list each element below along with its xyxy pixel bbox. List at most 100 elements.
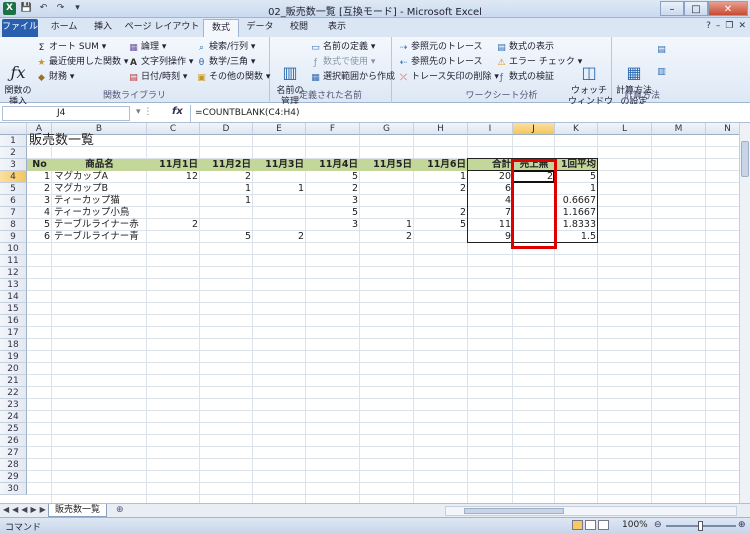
logical-button[interactable]: ▦ 論理 ▾ — [128, 41, 166, 54]
minimize-button[interactable]: – — [660, 1, 684, 16]
data-cell[interactable] — [360, 171, 414, 183]
data-cell[interactable]: 11 — [468, 219, 513, 231]
data-cell[interactable] — [147, 195, 200, 207]
data-cell[interactable]: 3 — [27, 195, 52, 207]
zoom-slider-knob[interactable] — [698, 521, 703, 531]
tab-view[interactable]: 表示 — [320, 19, 354, 37]
text-button[interactable]: A 文字列操作 ▾ — [128, 56, 193, 69]
data-cell[interactable]: 6 — [468, 183, 513, 195]
data-cell[interactable] — [360, 183, 414, 195]
create-from-selection-button[interactable]: ▦ 選択範囲から作成 — [310, 71, 395, 84]
data-cell[interactable]: 5 — [306, 207, 360, 219]
data-cell[interactable]: 2 — [414, 207, 468, 219]
row-header[interactable]: 10 — [0, 243, 27, 255]
close-workbook-icon[interactable]: ✕ — [738, 21, 746, 31]
data-cell[interactable] — [253, 171, 306, 183]
data-cell[interactable]: 1.1667 — [555, 207, 598, 219]
product-name-cell[interactable]: マグカップA — [52, 171, 147, 183]
data-cell[interactable] — [147, 231, 200, 243]
product-name-cell[interactable]: ティーカップ小鳥 — [52, 207, 147, 219]
tab-review[interactable]: 校閲 — [282, 19, 316, 37]
row-header[interactable]: 9 — [0, 231, 27, 243]
show-formulas-button[interactable]: ▤ 数式の表示 — [496, 41, 554, 54]
trace-dependents-button[interactable]: ⇠ 参照先のトレース — [398, 56, 483, 69]
data-cell[interactable]: 1.8333 — [555, 219, 598, 231]
product-name-cell[interactable]: テーブルライナー青 — [52, 231, 147, 243]
vertical-scrollbar[interactable] — [739, 123, 750, 503]
restore-icon[interactable]: ❐ — [725, 21, 733, 31]
column-header[interactable]: D — [200, 123, 253, 135]
column-header[interactable]: K — [555, 123, 598, 135]
vertical-scroll-thumb[interactable] — [741, 141, 749, 177]
tab-insert[interactable]: 挿入 — [86, 19, 120, 37]
name-box[interactable]: J4 — [2, 106, 130, 121]
data-cell[interactable]: 1 — [414, 171, 468, 183]
row-header[interactable]: 26 — [0, 435, 27, 447]
row-header[interactable]: 16 — [0, 315, 27, 327]
data-cell[interactable]: 3 — [306, 195, 360, 207]
row-header[interactable]: 8 — [0, 219, 27, 231]
column-header[interactable]: N — [706, 123, 739, 135]
data-cell[interactable]: 4 — [27, 207, 52, 219]
sheet-tab-active[interactable]: 販売数一覧 — [48, 504, 108, 517]
data-cell[interactable] — [360, 207, 414, 219]
zoom-level[interactable]: 100% — [622, 520, 648, 530]
more-functions-button[interactable]: ▣ その他の関数 ▾ — [196, 71, 270, 84]
column-header[interactable]: J — [513, 123, 555, 135]
data-cell[interactable]: 1 — [360, 219, 414, 231]
remove-arrows-button[interactable]: ⤫ トレース矢印の削除 ▾ — [398, 71, 499, 84]
table-header-cell[interactable]: 1回平均 — [555, 159, 598, 171]
row-header[interactable]: 2 — [0, 147, 27, 159]
table-header-cell[interactable]: 11月1日 — [147, 159, 200, 171]
data-cell[interactable]: 2 — [200, 171, 253, 183]
row-header[interactable]: 18 — [0, 339, 27, 351]
column-header[interactable]: M — [652, 123, 706, 135]
table-header-cell[interactable]: 商品名 — [52, 159, 147, 171]
table-header-cell[interactable]: No — [27, 159, 52, 171]
ribbon-minimize-icon[interactable]: – — [716, 21, 721, 31]
horizontal-scrollbar[interactable] — [445, 506, 737, 516]
formula-input[interactable]: =COUNTBLANK(C4:H4) — [190, 105, 746, 122]
page-break-view-icon[interactable] — [598, 520, 609, 530]
row-header[interactable]: 11 — [0, 255, 27, 267]
zoom-in-icon[interactable]: ⊕ — [738, 520, 746, 530]
select-all-corner[interactable] — [0, 123, 27, 135]
data-cell[interactable] — [253, 207, 306, 219]
row-header[interactable]: 27 — [0, 447, 27, 459]
tab-file[interactable]: ファイル — [2, 19, 38, 37]
data-cell[interactable]: 1.5 — [555, 231, 598, 243]
tab-formulas[interactable]: 数式 — [203, 19, 239, 37]
data-cell[interactable]: 4 — [468, 195, 513, 207]
normal-view-icon[interactable] — [572, 520, 583, 530]
datetime-button[interactable]: ▤ 日付/時刻 ▾ — [128, 71, 187, 84]
data-cell[interactable]: 2 — [27, 183, 52, 195]
column-header[interactable]: L — [598, 123, 652, 135]
row-header[interactable]: 14 — [0, 291, 27, 303]
use-in-formula-button[interactable]: ƒ 数式で使用 ▾ — [310, 56, 376, 69]
row-header[interactable]: 17 — [0, 327, 27, 339]
column-header[interactable]: G — [360, 123, 414, 135]
formula-bar-buttons[interactable]: ▾ ⋮ — [136, 107, 152, 117]
row-header[interactable]: 23 — [0, 399, 27, 411]
data-cell[interactable]: 2 — [147, 219, 200, 231]
help-icon[interactable]: ? — [706, 21, 711, 31]
row-header[interactable]: 19 — [0, 351, 27, 363]
tab-data[interactable]: データ — [242, 19, 278, 37]
data-cell[interactable]: 2 — [253, 231, 306, 243]
autosum-button[interactable]: Σ オート SUM ▾ — [36, 41, 107, 54]
data-cell[interactable]: 1 — [555, 183, 598, 195]
data-cell[interactable]: 12 — [147, 171, 200, 183]
page-layout-view-icon[interactable] — [585, 520, 596, 530]
row-header[interactable]: 30 — [0, 483, 27, 495]
tab-home[interactable]: ホーム — [44, 19, 84, 37]
data-cell[interactable]: 5 — [27, 219, 52, 231]
calc-now-icon[interactable]: ▤ — [656, 43, 669, 56]
lookup-button[interactable]: ⌕ 検索/行列 ▾ — [196, 41, 255, 54]
column-header[interactable]: I — [468, 123, 513, 135]
data-cell[interactable]: 20 — [468, 171, 513, 183]
maximize-button[interactable]: □ — [684, 1, 708, 16]
row-header[interactable]: 22 — [0, 387, 27, 399]
data-cell[interactable]: 1 — [200, 195, 253, 207]
data-cell[interactable]: 6 — [27, 231, 52, 243]
row-header[interactable]: 13 — [0, 279, 27, 291]
